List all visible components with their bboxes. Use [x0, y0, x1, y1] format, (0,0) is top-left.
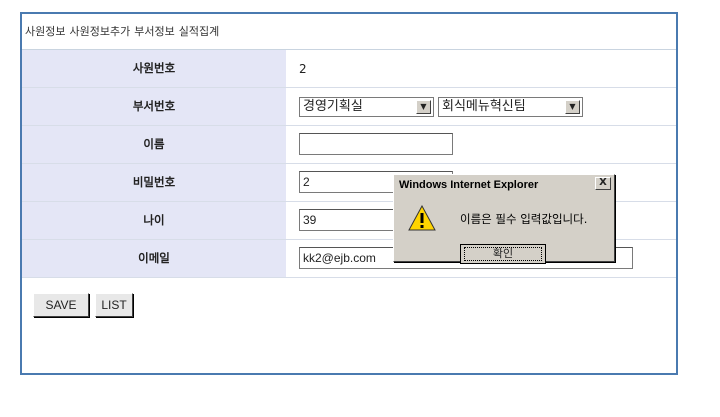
nav-link-employee-info[interactable]: 사원정보 [25, 25, 65, 38]
department-select[interactable]: 경영기획실 ▼ [299, 97, 434, 117]
team-select[interactable]: 회식메뉴혁신팀 ▼ [438, 97, 583, 117]
alert-dialog: Windows Internet Explorer X 이름은 필수 입력값입니… [393, 174, 615, 264]
row-employee-number: 사원번호 2 [22, 50, 676, 88]
dialog-title[interactable]: Windows Internet Explorer [396, 177, 612, 194]
button-bar: SAVE LIST [22, 278, 676, 332]
warning-icon [408, 205, 436, 231]
ok-button[interactable]: 확인 [460, 244, 546, 264]
password-label: 비밀번호 [22, 164, 286, 201]
nav-link-department-info[interactable]: 부서정보 [134, 25, 174, 38]
save-button[interactable]: SAVE [33, 293, 89, 317]
chevron-down-icon[interactable]: ▼ [565, 100, 580, 114]
chevron-down-icon[interactable]: ▼ [416, 100, 431, 114]
row-department-number: 부서번호 경영기획실 ▼ 회식메뉴혁신팀 ▼ [22, 88, 676, 126]
list-button[interactable]: LIST [95, 293, 133, 317]
age-label: 나이 [22, 202, 286, 239]
name-label: 이름 [22, 126, 286, 163]
top-nav: 사원정보 사원정보추가 부서정보 실적집계 [22, 14, 676, 50]
nav-link-add-employee[interactable]: 사원정보추가 [69, 25, 130, 38]
department-number-cell: 경영기획실 ▼ 회식메뉴혁신팀 ▼ [286, 88, 676, 125]
employee-number-cell: 2 [286, 50, 676, 87]
row-name: 이름 [22, 126, 676, 164]
name-field[interactable] [299, 133, 453, 155]
department-number-label: 부서번호 [22, 88, 286, 125]
team-select-value: 회식메뉴혁신팀 [442, 99, 526, 114]
close-icon[interactable]: X [595, 177, 611, 190]
name-cell [286, 126, 676, 163]
department-select-value: 경영기획실 [303, 99, 363, 114]
dialog-message: 이름은 필수 입력값입니다. [460, 212, 588, 226]
employee-number-value: 2 [299, 62, 307, 76]
employee-number-label: 사원번호 [22, 50, 286, 87]
email-label: 이메일 [22, 240, 286, 277]
nav-link-performance-summary[interactable]: 실적집계 [179, 25, 219, 38]
focus-ring [464, 247, 542, 261]
